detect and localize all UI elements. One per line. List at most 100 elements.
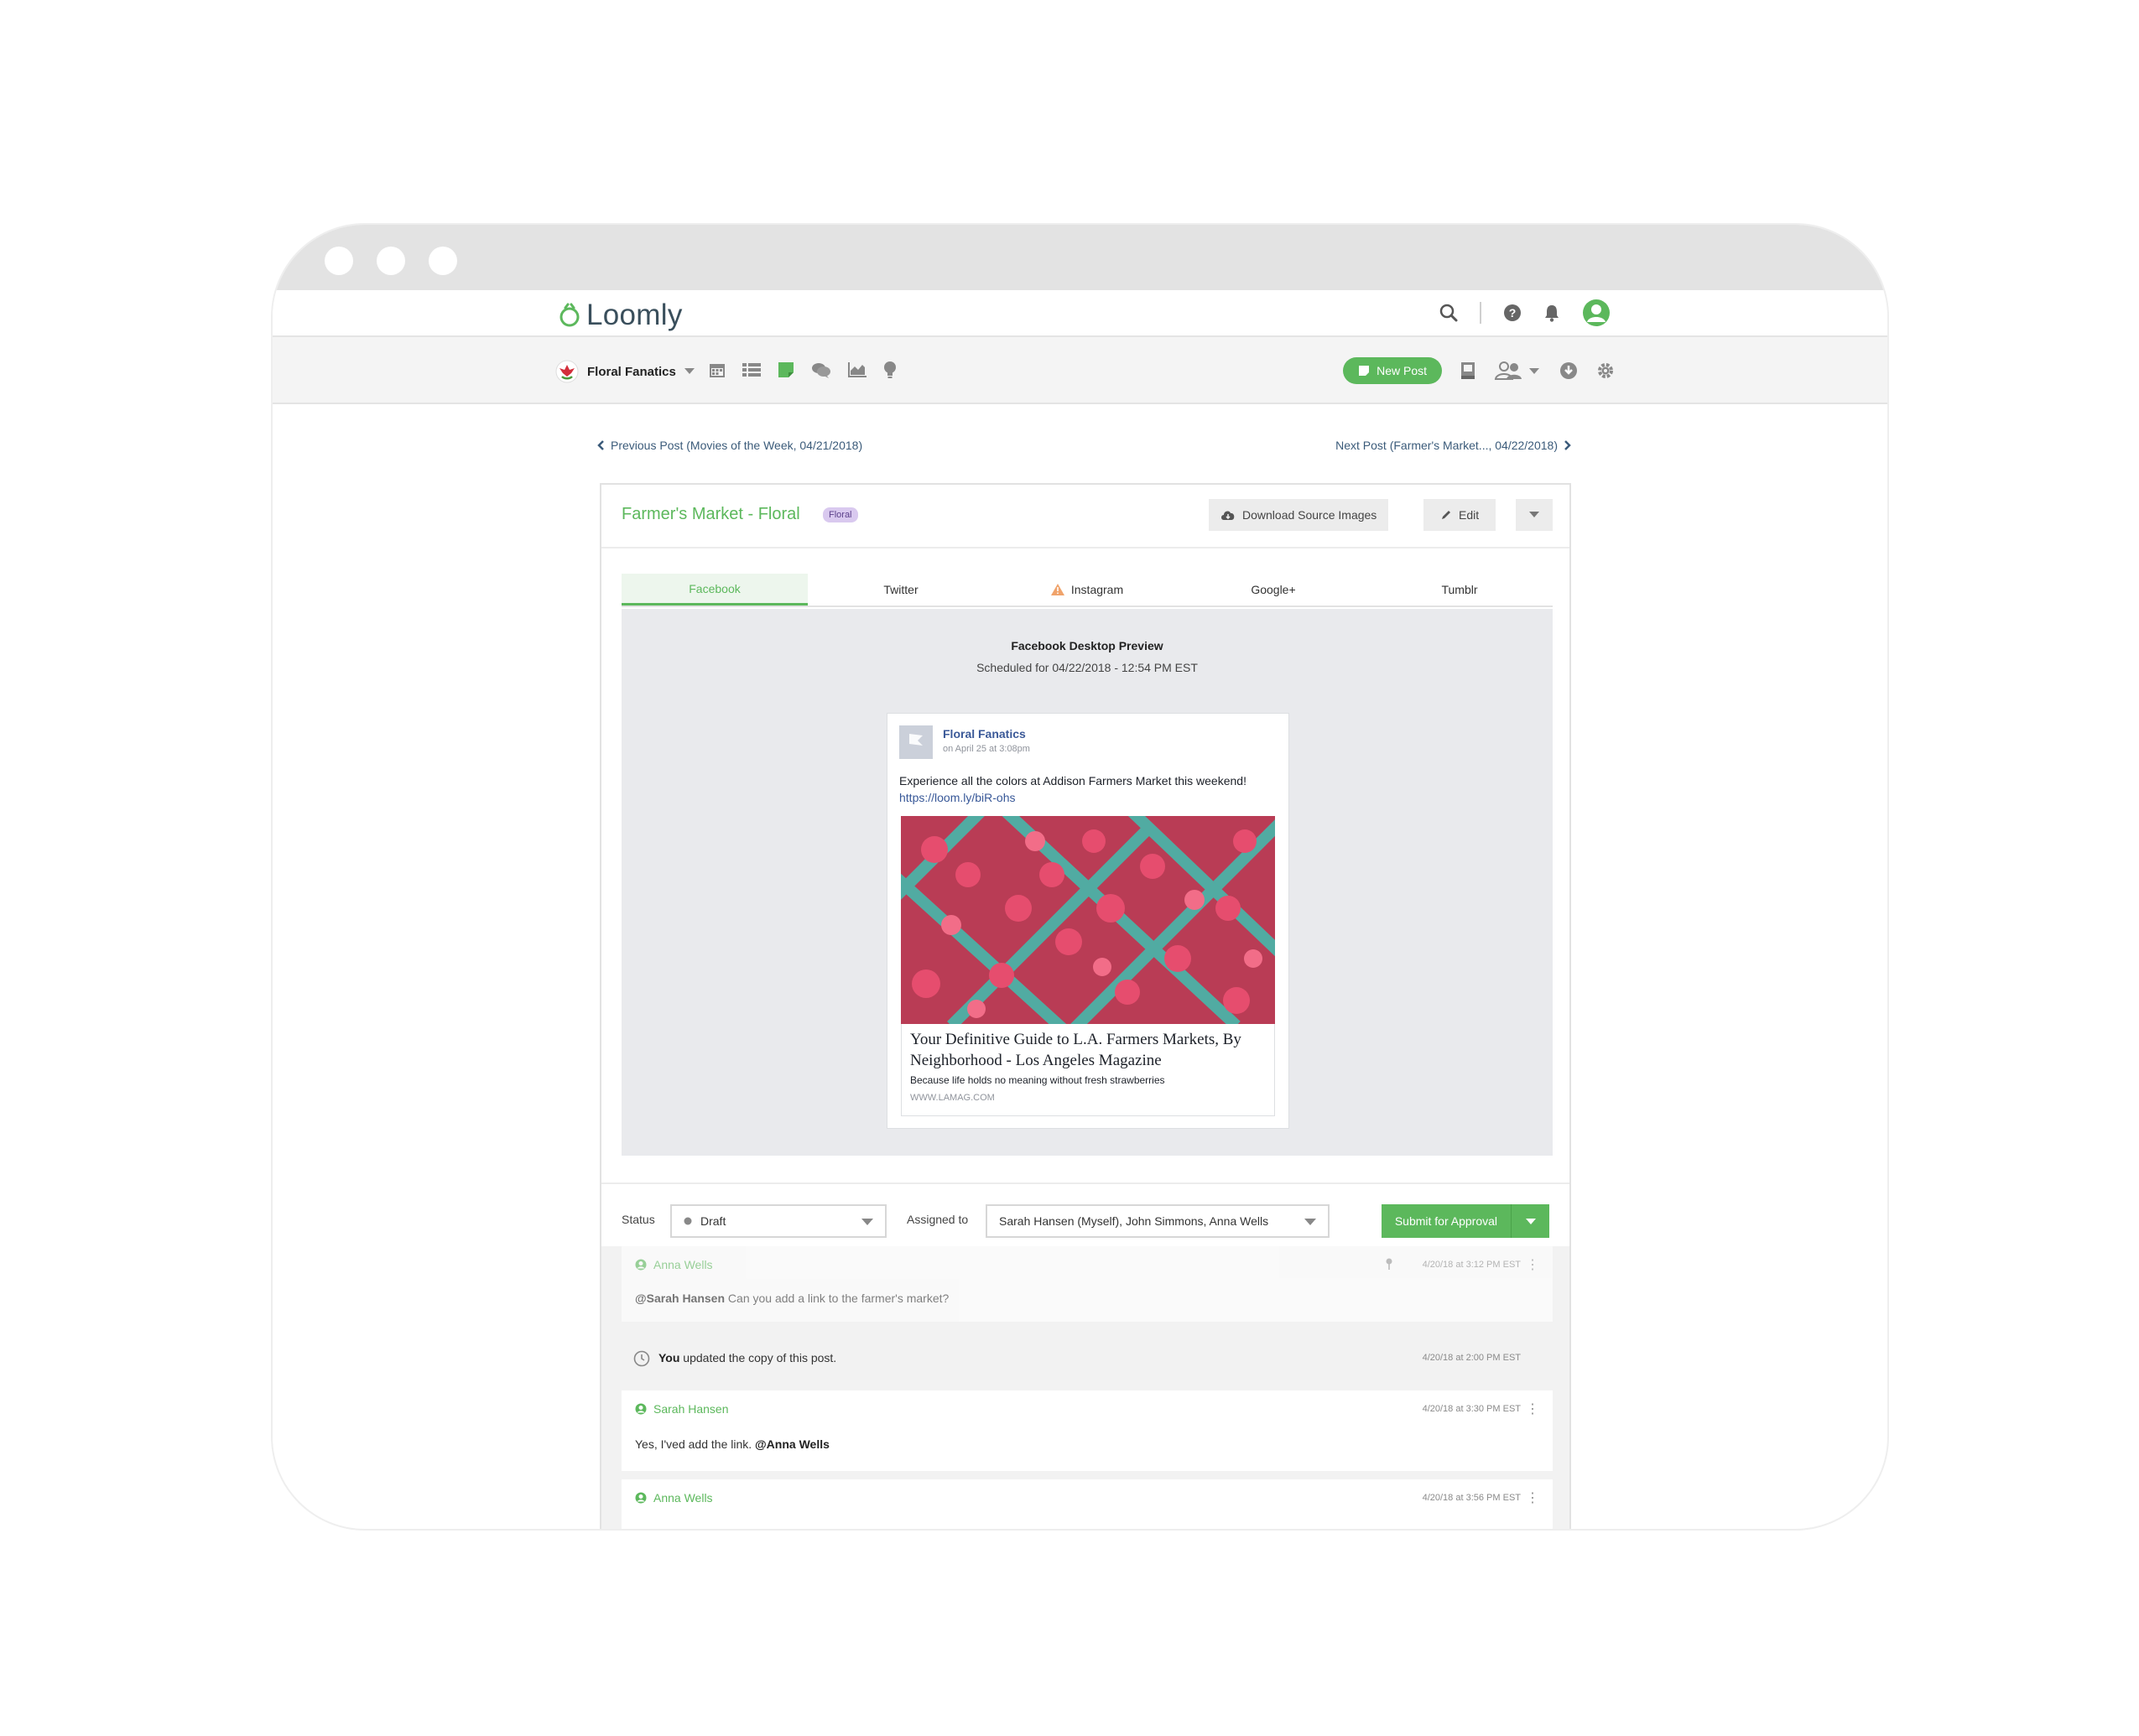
chevron-right-icon: [1564, 440, 1571, 450]
chevron-down-icon: [1529, 512, 1539, 517]
warning-icon: [1050, 584, 1064, 595]
comment-mention[interactable]: @Sarah Hansen: [635, 1292, 725, 1305]
calendar-icon[interactable]: [709, 361, 726, 378]
fb-link-headline: Your Definitive Guide to L.A. Farmers Ma…: [910, 1031, 1241, 1069]
comment-author[interactable]: Anna Wells: [635, 1491, 713, 1505]
user-icon: [635, 1259, 647, 1271]
preview-title: Facebook Desktop Preview: [1011, 639, 1163, 652]
window-dot-close[interactable]: [325, 247, 353, 275]
fb-post-link[interactable]: https://loom.ly/biR-ohs: [899, 791, 1016, 804]
facebook-post-preview: Floral Fanatics on April 25 at 3:08pm Ex…: [887, 713, 1289, 1129]
chevron-down-icon: [684, 368, 695, 374]
fb-link-card[interactable]: Your Definitive Guide to L.A. Farmers Ma…: [901, 1024, 1275, 1116]
new-post-button[interactable]: New Post: [1343, 357, 1442, 384]
comment-item: Anna Wells 4/20/18 at 3:12 PM EST ⋮ @Sar…: [622, 1246, 1553, 1322]
tab-twitter-label: Twitter: [883, 583, 919, 596]
fb-post-date: on April 25 at 3:08pm: [943, 744, 1030, 754]
next-post-label: Next Post (Farmer's Market..., 04/22/201…: [1335, 439, 1558, 452]
tab-tumblr-label: Tumblr: [1441, 583, 1478, 596]
tab-google-plus[interactable]: Google+: [1180, 574, 1366, 606]
chevron-down-icon: [1304, 1219, 1316, 1225]
user-icon: [635, 1403, 647, 1415]
preview-scheduled: Scheduled for 04/22/2018 - 12:54 PM EST: [976, 661, 1198, 674]
library-book-icon[interactable]: [1460, 361, 1475, 380]
tab-instagram[interactable]: Instagram: [994, 574, 1180, 606]
post-view-icon[interactable]: [778, 361, 794, 378]
search-icon[interactable]: [1439, 304, 1458, 322]
tab-facebook[interactable]: Facebook: [622, 574, 808, 606]
comment-text: Can you add a link to the farmer's marke…: [725, 1292, 950, 1305]
window-dot-minimize[interactable]: [377, 247, 405, 275]
brand-flower-icon: [555, 360, 579, 383]
tab-instagram-label: Instagram: [1070, 583, 1124, 596]
pencil-icon: [1442, 511, 1450, 519]
fb-post-text: Experience all the colors at Addison Far…: [899, 774, 1246, 787]
status-select[interactable]: Draft: [670, 1204, 887, 1238]
calendar-subnav: Floral Fanatics New Post: [273, 337, 1887, 404]
settings-gear-icon[interactable]: [1596, 361, 1615, 380]
flag-icon: [909, 734, 923, 751]
window-dot-maximize[interactable]: [429, 247, 457, 275]
more-options-icon[interactable]: ⋮: [1526, 1401, 1539, 1417]
help-icon[interactable]: ?: [1503, 304, 1522, 322]
user-avatar-icon[interactable]: [1582, 299, 1611, 327]
clock-icon: [633, 1350, 650, 1367]
comments-icon[interactable]: [811, 361, 831, 378]
assigned-to-select[interactable]: Sarah Hansen (Myself), John Simmons, Ann…: [986, 1204, 1330, 1238]
ideas-lightbulb-icon[interactable]: [883, 361, 897, 379]
top-icons: ?: [1439, 299, 1611, 327]
loomly-logo[interactable]: Loomly: [558, 299, 683, 332]
notifications-bell-icon[interactable]: [1543, 304, 1560, 322]
tab-facebook-label: Facebook: [689, 581, 741, 595]
status-label: Status: [622, 1213, 655, 1226]
browser-window: Loomly ? Floral Fanatics New Post Previo…: [273, 225, 1887, 1529]
more-options-icon[interactable]: ⋮: [1526, 1489, 1539, 1506]
pin-icon[interactable]: [1385, 1258, 1393, 1270]
comments-feed: Anna Wells 4/20/18 at 3:12 PM EST ⋮ @Sar…: [601, 1246, 1569, 1529]
browser-titlebar: [273, 225, 1887, 290]
previous-post-link[interactable]: Previous Post (Movies of the Week, 04/21…: [597, 439, 862, 452]
assigned-to-label: Assigned to: [907, 1213, 969, 1226]
comment-author[interactable]: Anna Wells: [635, 1258, 713, 1271]
download-source-images-button[interactable]: Download Source Images: [1209, 499, 1389, 531]
edit-options-dropdown[interactable]: [1514, 499, 1553, 531]
app-name: Loomly: [586, 299, 683, 331]
comment-time: 4/20/18 at 3:30 PM EST: [1422, 1404, 1521, 1414]
fb-link-domain: WWW.LAMAG.COM: [910, 1093, 995, 1103]
comment-body: @Sarah Hansen Can you add a link to the …: [635, 1292, 949, 1305]
new-post-label: New Post: [1377, 364, 1427, 377]
tab-twitter[interactable]: Twitter: [808, 574, 994, 606]
comment-mention[interactable]: @Anna Wells: [755, 1437, 830, 1451]
chevron-down-icon: [861, 1219, 873, 1225]
submit-for-approval-button[interactable]: Submit for Approval: [1381, 1204, 1511, 1238]
activity-item: You updated the copy of this post. 4/20/…: [622, 1337, 1553, 1380]
assigned-to-value: Sarah Hansen (Myself), John Simmons, Ann…: [999, 1214, 1269, 1228]
post-tag[interactable]: Floral: [823, 507, 858, 522]
more-options-icon[interactable]: ⋮: [1526, 1256, 1539, 1273]
edit-button[interactable]: Edit: [1423, 499, 1496, 531]
brand-selector[interactable]: Floral Fanatics: [555, 360, 695, 383]
comment-time: 4/20/18 at 3:12 PM EST: [1422, 1260, 1521, 1270]
comment-author-name: Sarah Hansen: [653, 1402, 729, 1416]
tab-tumblr[interactable]: Tumblr: [1366, 574, 1553, 606]
comment-item: Sarah Hansen 4/20/18 at 3:30 PM EST ⋮ Ye…: [622, 1390, 1553, 1471]
loomly-logo-icon: [559, 303, 580, 327]
fb-page-name[interactable]: Floral Fanatics: [943, 727, 1026, 741]
chevron-left-icon: [597, 440, 604, 450]
analytics-icon[interactable]: [848, 362, 867, 377]
list-view-icon[interactable]: [742, 362, 761, 377]
submit-options-dropdown[interactable]: [1511, 1204, 1549, 1238]
team-users-icon[interactable]: [1494, 361, 1541, 381]
download-icon[interactable]: [1559, 361, 1578, 380]
page-avatar: [899, 725, 933, 759]
raspberries-image: [901, 816, 1275, 1024]
submit-approval-group: Submit for Approval: [1381, 1204, 1549, 1238]
activity-actor: You: [658, 1351, 680, 1364]
chevron-down-icon: [1525, 1218, 1536, 1224]
cloud-download-icon: [1221, 511, 1235, 520]
comment-author[interactable]: Sarah Hansen: [635, 1402, 729, 1416]
edit-label: Edit: [1459, 508, 1480, 522]
activity-description: updated the copy of this post.: [679, 1351, 837, 1364]
next-post-link[interactable]: Next Post (Farmer's Market..., 04/22/201…: [1335, 439, 1571, 452]
comment-text: Yes, I'ved add the link.: [635, 1437, 756, 1451]
